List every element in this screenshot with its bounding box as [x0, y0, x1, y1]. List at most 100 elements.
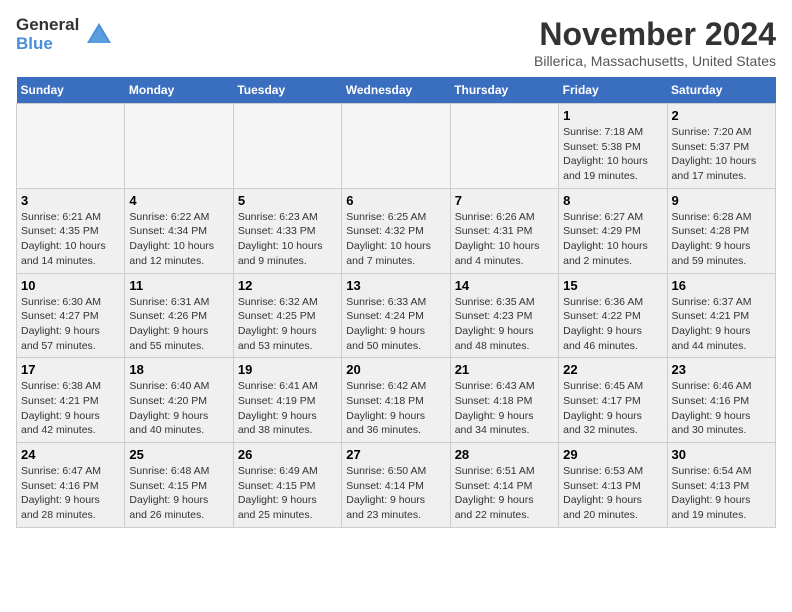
logo-blue: Blue [16, 35, 79, 54]
day-info: Sunrise: 6:23 AM Sunset: 4:33 PM Dayligh… [238, 210, 337, 269]
calendar-cell: 11 Sunrise: 6:31 AM Sunset: 4:26 PM Dayli… [125, 273, 233, 358]
day-number: 23 [672, 362, 771, 377]
day-info: Sunrise: 6:43 AM Sunset: 4:18 PM Dayligh… [455, 379, 554, 438]
day-number: 10 [21, 278, 120, 293]
day-number: 6 [346, 193, 445, 208]
month-title: November 2024 [534, 16, 776, 53]
calendar-week-2: 10 Sunrise: 6:30 AM Sunset: 4:27 PM Dayli… [17, 273, 776, 358]
col-header-thursday: Thursday [450, 77, 558, 104]
calendar-cell: 6 Sunrise: 6:25 AM Sunset: 4:32 PM Daylig… [342, 188, 450, 273]
day-info: Sunrise: 6:36 AM Sunset: 4:22 PM Dayligh… [563, 295, 662, 354]
day-number: 29 [563, 447, 662, 462]
day-info: Sunrise: 6:27 AM Sunset: 4:29 PM Dayligh… [563, 210, 662, 269]
title-area: November 2024 Billerica, Massachusetts, … [534, 16, 776, 69]
calendar-cell: 24 Sunrise: 6:47 AM Sunset: 4:16 PM Dayli… [17, 443, 125, 528]
day-number: 3 [21, 193, 120, 208]
calendar-cell: 19Sunrise: 6:41 AM Sunset: 4:19 PM Dayli… [233, 358, 341, 443]
day-info: Sunrise: 7:18 AM Sunset: 5:38 PM Dayligh… [563, 125, 662, 184]
calendar-cell: 16 Sunrise: 6:37 AM Sunset: 4:21 PM Dayli… [667, 273, 775, 358]
day-number: 22 [563, 362, 662, 377]
calendar-cell [233, 104, 341, 189]
col-header-sunday: Sunday [17, 77, 125, 104]
col-header-monday: Monday [125, 77, 233, 104]
col-header-friday: Friday [559, 77, 667, 104]
calendar-cell: 3 Sunrise: 6:21 AM Sunset: 4:35 PM Daylig… [17, 188, 125, 273]
day-info: Sunrise: 6:49 AM Sunset: 4:15 PM Dayligh… [238, 464, 337, 523]
col-header-saturday: Saturday [667, 77, 775, 104]
day-info: Sunrise: 6:53 AM Sunset: 4:13 PM Dayligh… [563, 464, 662, 523]
day-info: Sunrise: 7:20 AM Sunset: 5:37 PM Dayligh… [672, 125, 771, 184]
day-number: 8 [563, 193, 662, 208]
calendar-cell: 18Sunrise: 6:40 AM Sunset: 4:20 PM Dayli… [125, 358, 233, 443]
header-row: SundayMondayTuesdayWednesdayThursdayFrid… [17, 77, 776, 104]
logo-icon [85, 21, 113, 49]
day-info: Sunrise: 6:47 AM Sunset: 4:16 PM Dayligh… [21, 464, 120, 523]
day-number: 21 [455, 362, 554, 377]
day-number: 19 [238, 362, 337, 377]
day-info: Sunrise: 6:22 AM Sunset: 4:34 PM Dayligh… [129, 210, 228, 269]
calendar-week-1: 3 Sunrise: 6:21 AM Sunset: 4:35 PM Daylig… [17, 188, 776, 273]
day-info: Sunrise: 6:40 AM Sunset: 4:20 PM Dayligh… [129, 379, 228, 438]
day-number: 26 [238, 447, 337, 462]
calendar-week-3: 17 Sunrise: 6:38 AM Sunset: 4:21 PM Dayli… [17, 358, 776, 443]
day-info: Sunrise: 6:32 AM Sunset: 4:25 PM Dayligh… [238, 295, 337, 354]
calendar-cell: 23 Sunrise: 6:46 AM Sunset: 4:16 PM Dayli… [667, 358, 775, 443]
location-title: Billerica, Massachusetts, United States [534, 53, 776, 69]
day-info: Sunrise: 6:30 AM Sunset: 4:27 PM Dayligh… [21, 295, 120, 354]
col-header-tuesday: Tuesday [233, 77, 341, 104]
calendar-cell: 30Sunrise: 6:54 AM Sunset: 4:13 PM Dayli… [667, 443, 775, 528]
day-number: 2 [672, 108, 771, 123]
calendar-cell: 26 Sunrise: 6:49 AM Sunset: 4:15 PM Dayli… [233, 443, 341, 528]
day-info: Sunrise: 6:26 AM Sunset: 4:31 PM Dayligh… [455, 210, 554, 269]
day-number: 13 [346, 278, 445, 293]
calendar-cell: 8 Sunrise: 6:27 AM Sunset: 4:29 PM Daylig… [559, 188, 667, 273]
page-header: General Blue November 2024 Billerica, Ma… [16, 16, 776, 69]
calendar-cell [125, 104, 233, 189]
day-info: Sunrise: 6:42 AM Sunset: 4:18 PM Dayligh… [346, 379, 445, 438]
calendar-cell: 15Sunrise: 6:36 AM Sunset: 4:22 PM Dayli… [559, 273, 667, 358]
day-info: Sunrise: 6:25 AM Sunset: 4:32 PM Dayligh… [346, 210, 445, 269]
day-info: Sunrise: 6:33 AM Sunset: 4:24 PM Dayligh… [346, 295, 445, 354]
logo-general: General [16, 16, 79, 35]
day-number: 17 [21, 362, 120, 377]
calendar-cell: 27Sunrise: 6:50 AM Sunset: 4:14 PM Dayli… [342, 443, 450, 528]
calendar-cell: 1 Sunrise: 7:18 AM Sunset: 5:38 PM Daylig… [559, 104, 667, 189]
calendar-cell: 7 Sunrise: 6:26 AM Sunset: 4:31 PM Daylig… [450, 188, 558, 273]
day-number: 20 [346, 362, 445, 377]
day-number: 25 [129, 447, 228, 462]
calendar-cell: 21 Sunrise: 6:43 AM Sunset: 4:18 PM Dayli… [450, 358, 558, 443]
calendar-week-4: 24 Sunrise: 6:47 AM Sunset: 4:16 PM Dayli… [17, 443, 776, 528]
calendar-cell [342, 104, 450, 189]
day-info: Sunrise: 6:31 AM Sunset: 4:26 PM Dayligh… [129, 295, 228, 354]
day-number: 7 [455, 193, 554, 208]
day-info: Sunrise: 6:50 AM Sunset: 4:14 PM Dayligh… [346, 464, 445, 523]
calendar-cell: 20 Sunrise: 6:42 AM Sunset: 4:18 PM Dayli… [342, 358, 450, 443]
calendar-cell: 2 Sunrise: 7:20 AM Sunset: 5:37 PM Daylig… [667, 104, 775, 189]
day-number: 1 [563, 108, 662, 123]
day-number: 9 [672, 193, 771, 208]
calendar-cell: 29 Sunrise: 6:53 AM Sunset: 4:13 PM Dayli… [559, 443, 667, 528]
calendar-cell: 13 Sunrise: 6:33 AM Sunset: 4:24 PM Dayli… [342, 273, 450, 358]
calendar-table: SundayMondayTuesdayWednesdayThursdayFrid… [16, 77, 776, 528]
logo: General Blue [16, 16, 113, 53]
calendar-cell: 9Sunrise: 6:28 AM Sunset: 4:28 PM Daylig… [667, 188, 775, 273]
calendar-cell: 17 Sunrise: 6:38 AM Sunset: 4:21 PM Dayli… [17, 358, 125, 443]
day-number: 5 [238, 193, 337, 208]
day-info: Sunrise: 6:51 AM Sunset: 4:14 PM Dayligh… [455, 464, 554, 523]
day-info: Sunrise: 6:37 AM Sunset: 4:21 PM Dayligh… [672, 295, 771, 354]
day-number: 16 [672, 278, 771, 293]
calendar-cell: 5 Sunrise: 6:23 AM Sunset: 4:33 PM Daylig… [233, 188, 341, 273]
day-info: Sunrise: 6:46 AM Sunset: 4:16 PM Dayligh… [672, 379, 771, 438]
day-info: Sunrise: 6:48 AM Sunset: 4:15 PM Dayligh… [129, 464, 228, 523]
day-info: Sunrise: 6:38 AM Sunset: 4:21 PM Dayligh… [21, 379, 120, 438]
day-number: 14 [455, 278, 554, 293]
day-info: Sunrise: 6:21 AM Sunset: 4:35 PM Dayligh… [21, 210, 120, 269]
day-number: 11 [129, 278, 228, 293]
day-info: Sunrise: 6:45 AM Sunset: 4:17 PM Dayligh… [563, 379, 662, 438]
col-header-wednesday: Wednesday [342, 77, 450, 104]
calendar-cell: 4Sunrise: 6:22 AM Sunset: 4:34 PM Daylig… [125, 188, 233, 273]
calendar-cell: 28Sunrise: 6:51 AM Sunset: 4:14 PM Dayli… [450, 443, 558, 528]
calendar-cell [450, 104, 558, 189]
calendar-cell: 14Sunrise: 6:35 AM Sunset: 4:23 PM Dayli… [450, 273, 558, 358]
day-number: 24 [21, 447, 120, 462]
